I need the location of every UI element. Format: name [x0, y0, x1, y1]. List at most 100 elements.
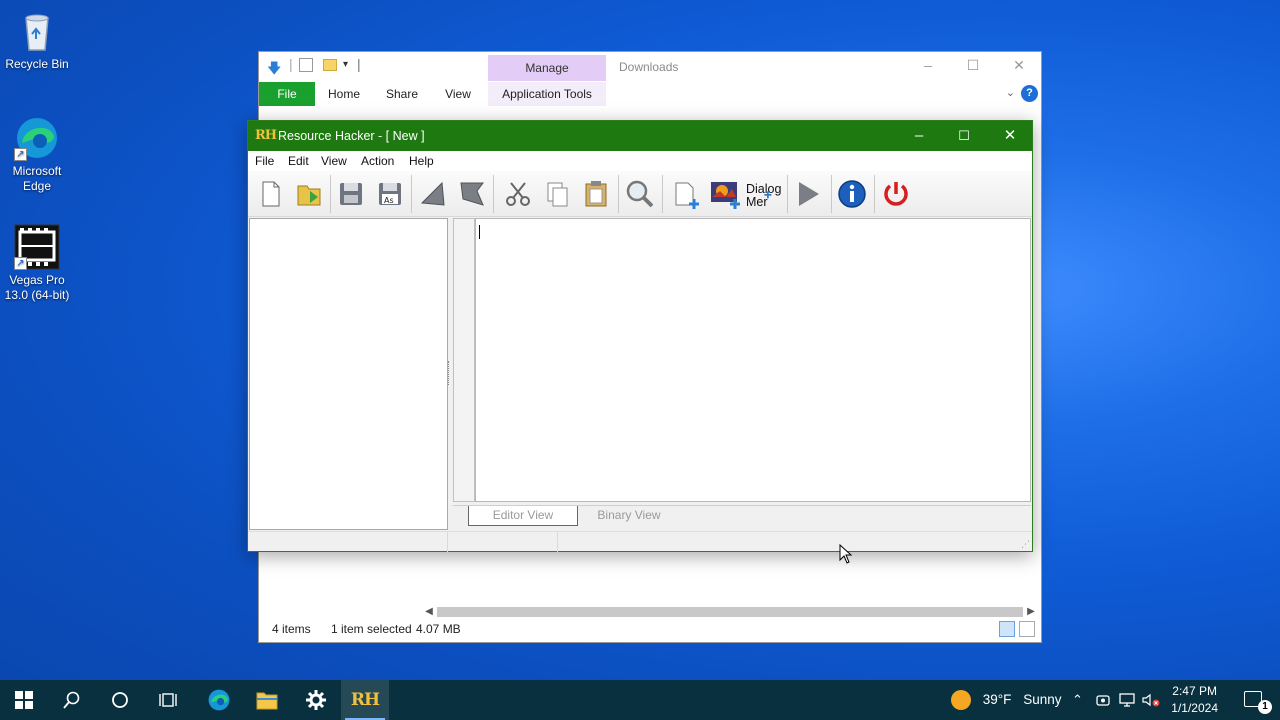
tab-editor-view[interactable]: Editor View [468, 506, 578, 526]
tab-home[interactable]: Home [321, 82, 367, 106]
find-icon[interactable] [623, 177, 657, 211]
taskbar-file-explorer[interactable] [243, 680, 291, 720]
save-icon[interactable] [334, 177, 368, 211]
copy-icon[interactable] [540, 177, 574, 211]
explorer-titlebar[interactable]: 🡇 | ▾ | Manage Downloads – ☐ ✕ [259, 52, 1041, 82]
toolbar-divider [411, 175, 412, 213]
rh-logo-icon: RH [350, 690, 380, 710]
save-as-icon[interactable]: As [373, 177, 407, 211]
tab-application-tools[interactable]: Application Tools [488, 82, 606, 106]
compile-icon[interactable] [416, 177, 450, 211]
item-count: 4 items [272, 622, 311, 636]
resize-grip-icon[interactable]: ⋰ [1021, 539, 1030, 550]
close-button[interactable]: ✕ [987, 121, 1033, 151]
rh-logo-icon: RH [255, 128, 277, 143]
details-view-icon[interactable] [999, 621, 1015, 637]
taskbar-settings[interactable] [292, 680, 340, 720]
properties-icon[interactable] [299, 58, 313, 72]
desktop-icon-label: Microsoft Edge [12, 164, 62, 193]
ribbon-expand-icon[interactable]: ⌄ [1006, 86, 1015, 99]
resource-hacker-window[interactable]: RH Resource Hacker - [ New ] – ☐ ✕ File … [247, 120, 1033, 552]
menu-file[interactable]: File [255, 154, 274, 168]
maximize-button[interactable]: ☐ [941, 121, 987, 151]
open-file-icon[interactable] [292, 177, 326, 211]
shortcut-arrow-icon: ↗ [14, 257, 27, 270]
desktop-icon-vegas-pro[interactable]: ↗ Vegas Pro 13.0 (64-bit) [0, 224, 74, 303]
show-hidden-icons-chevron-icon[interactable]: ⌃ [1072, 680, 1083, 720]
taskbar-resource-hacker[interactable]: RH [341, 680, 389, 720]
network-icon[interactable] [1119, 680, 1135, 720]
selection-size: 4.07 MB [416, 622, 461, 636]
shortcut-arrow-icon: ↗ [14, 148, 27, 161]
resource-tree[interactable] [249, 218, 448, 530]
recycle-bin-icon [14, 8, 60, 54]
folder-icon [256, 692, 278, 710]
weather-condition: Sunny [1023, 692, 1062, 707]
tab-view[interactable]: View [437, 82, 479, 106]
edge-icon [208, 689, 230, 711]
large-icons-view-icon[interactable] [1019, 621, 1035, 637]
toolbar: As Dialog Mer [248, 171, 1032, 217]
windows-logo-icon [15, 691, 33, 709]
new-file-icon[interactable] [253, 177, 287, 211]
toolbar-divider [874, 175, 875, 213]
info-icon[interactable] [835, 177, 869, 211]
tab-manage[interactable]: Manage [488, 55, 606, 81]
tab-share[interactable]: Share [379, 82, 425, 106]
edge-icon: ↗ [14, 115, 60, 161]
cortana-button[interactable] [96, 680, 144, 720]
add-resource-icon[interactable] [668, 177, 702, 211]
toolbar-divider [662, 175, 663, 213]
power-exit-icon[interactable] [879, 177, 913, 211]
desktop-icon-edge[interactable]: ↗ Microsoft Edge [0, 115, 74, 194]
selection-count: 1 item selected [331, 622, 412, 636]
menu-action[interactable]: Action [361, 154, 394, 168]
menu-edit[interactable]: Edit [288, 154, 309, 168]
cut-icon[interactable] [501, 177, 535, 211]
ribbon-tabs: File Home Share View Application Tools ⌄… [259, 82, 1041, 106]
taskbar: RH 39°F Sunny ⌃ 2:47 PM 1/1/2024 1 [0, 680, 1280, 720]
qa-divider: | [357, 56, 361, 72]
desktop-icon-recycle-bin[interactable]: Recycle Bin [0, 8, 74, 72]
dialog-merger-icon[interactable]: Dialog Mer [746, 177, 782, 211]
search-button[interactable] [48, 680, 96, 720]
taskbar-edge[interactable] [195, 680, 243, 720]
paste-icon[interactable] [579, 177, 613, 211]
download-arrow-icon[interactable]: 🡇 [267, 58, 281, 82]
clock-date: 1/1/2024 [1171, 701, 1218, 715]
volume-muted-icon[interactable] [1142, 680, 1160, 720]
weather-widget[interactable]: 39°F Sunny [951, 680, 1061, 720]
minimize-button[interactable]: – [896, 121, 942, 151]
window-title: Resource Hacker - [ New ] [278, 129, 425, 143]
toolbar-divider [618, 175, 619, 213]
desktop-icon-label: Recycle Bin [5, 57, 69, 71]
meet-now-icon[interactable] [1096, 680, 1110, 720]
close-button[interactable]: ✕ [1008, 57, 1030, 74]
status-cell [248, 532, 448, 552]
run-icon[interactable] [791, 177, 825, 211]
qa-divider: | [289, 56, 293, 72]
new-folder-icon[interactable] [323, 59, 337, 71]
explorer-status-bar: 4 items 1 item selected 4.07 MB [259, 616, 1041, 642]
minimize-button[interactable]: – [917, 57, 939, 73]
view-tabs: Editor View Binary View [453, 505, 1031, 527]
tab-file[interactable]: File [259, 82, 315, 106]
qa-dropdown-icon[interactable]: ▾ [343, 59, 348, 70]
vegas-icon: ↗ [14, 224, 60, 270]
pane-splitter[interactable] [448, 361, 451, 385]
svg-text:As: As [384, 196, 394, 205]
menu-help[interactable]: Help [409, 154, 434, 168]
rh-titlebar[interactable]: RH Resource Hacker - [ New ] – ☐ ✕ [248, 121, 1032, 151]
start-button[interactable] [0, 680, 48, 720]
status-cell [448, 532, 558, 552]
add-image-icon[interactable] [708, 177, 742, 211]
menu-view[interactable]: View [321, 154, 347, 168]
editor-pane[interactable] [475, 218, 1031, 502]
system-clock[interactable]: 2:47 PM 1/1/2024 [1171, 683, 1218, 717]
help-icon[interactable]: ? [1021, 85, 1038, 102]
toolbar-divider [330, 175, 331, 213]
maximize-button[interactable]: ☐ [962, 57, 984, 74]
tab-binary-view[interactable]: Binary View [579, 506, 679, 526]
task-view-button[interactable] [144, 680, 192, 720]
run-script-icon[interactable] [455, 177, 489, 211]
